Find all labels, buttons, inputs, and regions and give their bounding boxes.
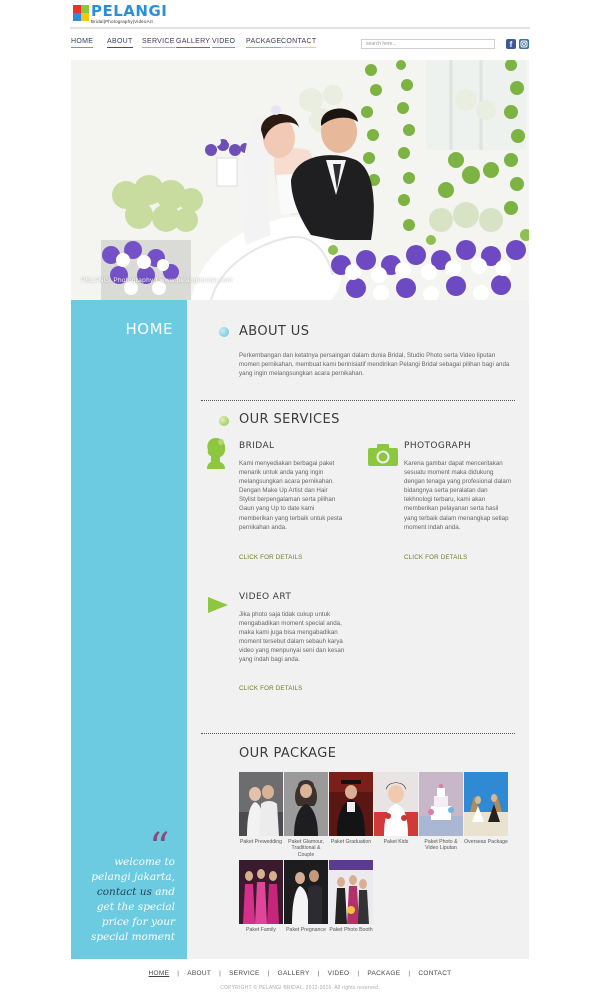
welcome-message: welcome to pelangi jakarta, contact us a… (91, 856, 175, 943)
nav-item-home[interactable]: HOME (71, 38, 94, 48)
footer-link-gallery[interactable]: GALLERY (278, 970, 310, 977)
search-input[interactable]: search here... (361, 39, 495, 49)
footer-nav: HOME | ABOUT | SERVICE | GALLERY | VIDEO | PACKAGE… (148, 970, 452, 977)
bridal-details-link[interactable]: CLICK FOR DETAILS (239, 554, 302, 561)
package-thumbnail (464, 772, 508, 836)
service-title-bridal: BRIDAL (239, 441, 275, 451)
package-label: Paket Photo & Video Liputan (424, 839, 458, 852)
package-thumbnail (239, 772, 283, 836)
package-label: Paket Family (246, 927, 276, 933)
page: PELANGI Bridal|Photography|VideoArt HOME… (0, 0, 600, 1005)
service-text-photograph: Karena gambar dapat menceritakan sesuatu… (404, 460, 511, 531)
service-text-bridal: Kami menyediakan berbagai paket menarik … (239, 460, 343, 531)
sidebar: HOME “ welcome to pelangi jakarta, conta… (71, 300, 187, 959)
package-label: Paket Kids (383, 839, 409, 845)
service-title-video-art: VIDEO ART (239, 592, 292, 602)
package-item-glamour[interactable]: Paket Glamour, Traditional & Couple (284, 772, 328, 858)
logo-mark-icon (73, 5, 89, 21)
brand-name: PELANGI (91, 2, 168, 20)
package-thumbnail (284, 860, 328, 924)
package-item-prewedding[interactable]: Paket Prewedding (239, 772, 283, 845)
package-label: Paket Photo Booth (329, 927, 373, 933)
package-item-pregnance[interactable]: Paket Pregnance (284, 860, 328, 933)
package-thumbnail (374, 772, 418, 836)
package-thumbnail (239, 860, 283, 924)
package-thumbnail (329, 860, 373, 924)
footer-link-home[interactable]: HOME (149, 970, 170, 977)
service-text-video-art: Jika photo saja tidak cukup untuk mengab… (239, 611, 345, 664)
package-label: Paket Graduation (330, 839, 372, 845)
facebook-icon[interactable]: f (506, 39, 516, 49)
nav-item-service[interactable]: SERVICE (142, 38, 175, 48)
package-item-graduation[interactable]: Paket Graduation (329, 772, 373, 845)
main-content: ABOUT US Perkembangan dan ketatnya persa… (187, 300, 529, 959)
about-text: Perkembangan dan ketatnya persaingan dal… (239, 352, 510, 378)
copyright: COPYRIGHT © PELANGI BRIDAL. 2012-2016. A… (220, 985, 380, 991)
logo[interactable]: PELANGI Bridal|Photography|VideoArt (73, 4, 167, 26)
instagram-icon[interactable] (519, 39, 529, 49)
package-label: Overseas Package (464, 839, 508, 845)
package-item-photo-video[interactable]: Paket Photo & Video Liputan (419, 772, 463, 852)
package-label: Paket Pregnance (286, 927, 326, 933)
header-divider (70, 27, 530, 29)
photograph-details-link[interactable]: CLICK FOR DETAILS (404, 554, 467, 561)
nav-item-contact[interactable]: CONTACT (281, 38, 317, 48)
page-title: HOME (125, 320, 173, 338)
footer-link-video[interactable]: VIDEO (328, 970, 350, 977)
nav-item-package[interactable]: PACKAGE (246, 38, 282, 48)
services-bullet-icon (219, 416, 229, 426)
package-thumbnail (329, 772, 373, 836)
about-title: ABOUT US (239, 324, 310, 339)
nav-item-about[interactable]: ABOUT (107, 38, 133, 48)
package-label: Paket Glamour, Traditional & Couple (288, 839, 324, 858)
service-title-photograph: PHOTOGRAPH (404, 441, 472, 451)
camera-icon (368, 444, 398, 466)
hero-image: PELANGI Photography | www.pelangibridal.… (71, 60, 529, 300)
footer-link-package[interactable]: PACKAGE (367, 970, 400, 977)
play-icon (208, 597, 228, 613)
about-bullet-icon (219, 327, 229, 337)
video-art-details-link[interactable]: CLICK FOR DETAILS (239, 685, 302, 692)
services-title: OUR SERVICES (239, 412, 340, 427)
package-title: OUR PACKAGE (239, 746, 337, 761)
package-item-family[interactable]: Paket Family (239, 860, 283, 933)
package-item-kids[interactable]: Paket Kids (374, 772, 418, 845)
bride-icon (207, 438, 226, 469)
footer-link-about[interactable]: ABOUT (187, 970, 211, 977)
package-item-overseas[interactable]: Overseas Package (464, 772, 508, 845)
nav-item-video[interactable]: VIDEO (212, 38, 236, 48)
footer-link-service[interactable]: SERVICE (229, 970, 260, 977)
contact-us-link[interactable]: contact us (97, 886, 152, 898)
package-thumbnail (284, 772, 328, 836)
package-label: Paket Prewedding (239, 839, 283, 845)
section-divider (201, 733, 515, 734)
package-item-photo-booth[interactable]: Paket Photo Booth (329, 860, 373, 933)
footer-link-contact[interactable]: CONTACT (418, 970, 451, 977)
section-divider (201, 400, 515, 401)
nav-item-gallery[interactable]: GALLERY (176, 38, 211, 48)
hero-caption: PELANGI Photography | www.pelangibridal.… (81, 277, 233, 284)
package-thumbnail (419, 772, 463, 836)
